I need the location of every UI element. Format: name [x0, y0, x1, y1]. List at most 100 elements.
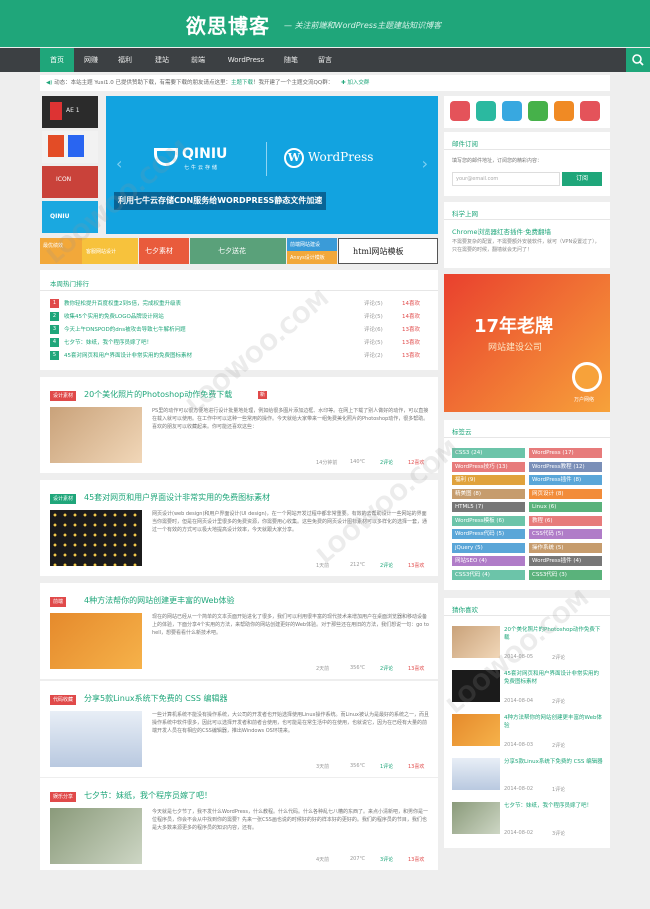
- guess-thumbnail[interactable]: [452, 626, 500, 658]
- post-comments[interactable]: 2评论: [380, 562, 393, 569]
- tag-cloud-item[interactable]: CSS3代码 (4): [452, 569, 525, 580]
- hot-list-item[interactable]: 2 收集45个实用的免费LOGO品牌设计网站 评论(5) 14喜欢: [40, 311, 438, 323]
- thumb-icon[interactable]: ICON: [42, 166, 98, 198]
- guess-thumbnail[interactable]: [452, 758, 500, 790]
- post-thumbnail[interactable]: [50, 613, 142, 669]
- qq-join-link[interactable]: ✚ 加入交群: [341, 80, 369, 86]
- hot-item-title[interactable]: 七夕节：妹纸，我个程序员嫁了吧！: [64, 338, 152, 346]
- nav-item-home[interactable]: 首页: [40, 48, 74, 72]
- tag-cloud-item[interactable]: WordPress (17): [529, 448, 602, 458]
- tag-cloud-item[interactable]: 网站SEO (4): [452, 556, 525, 566]
- post-comments[interactable]: 3评论: [380, 856, 393, 863]
- slider-caption[interactable]: 利用七牛云存储CDN服务给WORDPRESS静态文件加速: [114, 192, 327, 210]
- promo-banner-2[interactable]: 客服网站设计: [82, 238, 138, 264]
- post-likes[interactable]: 13喜欢: [408, 665, 424, 672]
- nav-item-essay[interactable]: 随笔: [276, 48, 306, 72]
- post-likes[interactable]: 13喜欢: [408, 763, 424, 770]
- guess-title[interactable]: 20个美化照片的Photoshop动作免费下载: [504, 626, 604, 642]
- post-category-tag[interactable]: 设计素材: [50, 494, 77, 504]
- guess-thumbnail[interactable]: [452, 714, 500, 746]
- hot-item-title[interactable]: 收集45个实用的免费LOGO品牌设计网站: [64, 312, 164, 320]
- theme-download-link[interactable]: 主题下载: [231, 80, 253, 86]
- tag-cloud-item[interactable]: 网页设计 (8): [529, 488, 602, 499]
- thumb-qiniu[interactable]: QINIU: [42, 201, 98, 233]
- guess-title[interactable]: 七夕节：妹纸，我个程序员嫁了吧！: [504, 802, 604, 810]
- promo-banner-1[interactable]: 最优绩效: [40, 238, 82, 264]
- tag-cloud-item[interactable]: WordPress插件 (4): [529, 556, 602, 566]
- nav-item-welfare[interactable]: 福利: [110, 48, 140, 72]
- tag-cloud-item[interactable]: WordPress代码 (5): [452, 529, 525, 539]
- site-logo[interactable]: 欲思博客: [186, 10, 270, 39]
- weibo-icon[interactable]: [450, 101, 470, 121]
- subscribe-button[interactable]: 订阅: [562, 172, 602, 186]
- promo-banner-5[interactable]: 前端网站建设: [287, 238, 337, 251]
- featured-slider[interactable]: ‹ › QINIU 七牛云存储 W WordPress 利用七牛云存储CDN服务…: [106, 96, 438, 234]
- nav-item-build[interactable]: 建站: [146, 48, 178, 72]
- ad-banner[interactable]: 17年老牌 网站建设公司 万户网络: [444, 274, 610, 412]
- post-thumbnail[interactable]: [50, 711, 142, 767]
- post-category-tag[interactable]: 设计素材: [50, 391, 77, 401]
- nav-item-wordpress[interactable]: WordPress: [222, 48, 270, 72]
- post-title[interactable]: 4种方法帮你的网站创建更丰富的Web体验: [84, 595, 235, 606]
- post-title[interactable]: 七夕节：妹纸，我个程序员嫁了吧！: [84, 790, 212, 801]
- post-likes[interactable]: 12喜欢: [408, 459, 424, 466]
- post-comments[interactable]: 2评论: [380, 665, 393, 672]
- post-category-tag[interactable]: 娱乐分享: [50, 792, 77, 802]
- subscribe-email-input[interactable]: your@email.com: [452, 172, 560, 186]
- post-thumbnail[interactable]: [50, 407, 142, 463]
- slider-next-icon[interactable]: ›: [422, 154, 428, 173]
- tencent-icon[interactable]: [476, 101, 496, 121]
- promo-banner-3[interactable]: 七夕素材: [139, 238, 189, 264]
- hot-item-title[interactable]: 45套对网页和用户界面设计非常实用的免费图标素材: [64, 351, 192, 359]
- hot-list-item[interactable]: 5 45套对网页和用户界面设计非常实用的免费图标素材 评论(2) 13喜欢: [40, 350, 438, 362]
- hot-item-title[interactable]: 教你轻松提升百度权重2到5倍，完成权重升级表: [64, 299, 181, 307]
- tag-cloud-item[interactable]: WordPress模板 (6): [452, 515, 525, 526]
- hot-list-item[interactable]: 4 七夕节：妹纸，我个程序员嫁了吧！ 评论(5) 13喜欢: [40, 337, 438, 349]
- promo-banner-4[interactable]: 七夕送花: [190, 238, 286, 264]
- guess-thumbnail[interactable]: [452, 670, 500, 702]
- post-thumbnail[interactable]: [50, 510, 142, 566]
- tag-cloud-item[interactable]: WordPress插件 (8): [529, 475, 602, 485]
- thumb-html5[interactable]: [42, 131, 98, 163]
- hot-list-item[interactable]: 3 今天上午DNSPOD的dns被攻击导致七牛解析问题 评论(6) 13喜欢: [40, 324, 438, 336]
- guess-item[interactable]: 20个美化照片的Photoshop动作免费下载 2014-08-05 2评论: [444, 624, 610, 664]
- guess-item[interactable]: 4种方法帮你的网站创建更丰富的Web体验 2014-08-03 2评论: [444, 712, 610, 752]
- nav-item-message[interactable]: 留言: [310, 48, 340, 72]
- tag-cloud-item[interactable]: 教程 (6): [529, 515, 602, 526]
- nav-item-earn[interactable]: 网赚: [76, 48, 106, 72]
- tag-cloud-item[interactable]: CSS3 (24): [452, 448, 525, 458]
- chrome-extension-link[interactable]: Chrome浏览器红杏插件·免费翻墙: [452, 226, 551, 236]
- tag-cloud-item[interactable]: Linux (6): [529, 502, 602, 512]
- nav-item-frontend[interactable]: 前端: [182, 48, 214, 72]
- tag-cloud-item[interactable]: 精美图 (8): [452, 488, 525, 499]
- hot-list-item[interactable]: 1 教你轻松提升百度权重2到5倍，完成权重升级表 评论(5) 14喜欢: [40, 298, 438, 310]
- tag-cloud-item[interactable]: WordPress教程 (12): [529, 461, 602, 472]
- wechat-icon[interactable]: [528, 101, 548, 121]
- tag-cloud-item[interactable]: WordPress技巧 (13): [452, 461, 525, 472]
- hot-item-title[interactable]: 今天上午DNSPOD的dns被攻击导致七牛解析问题: [64, 325, 186, 333]
- post-title[interactable]: 45套对网页和用户界面设计非常实用的免费图标素材: [84, 492, 270, 503]
- guess-item[interactable]: 七夕节：妹纸，我个程序员嫁了吧！ 2014-08-02 3评论: [444, 800, 610, 840]
- post-title[interactable]: 20个美化照片的Photoshop动作免费下载: [84, 389, 232, 400]
- post-category-tag[interactable]: 代码收藏: [50, 695, 77, 705]
- tag-cloud-item[interactable]: jQuery (5): [452, 542, 525, 553]
- promo-banner-6[interactable]: html网站模板: [338, 238, 438, 264]
- tag-cloud-item[interactable]: CSS3代码 (3): [529, 569, 602, 580]
- guess-title[interactable]: 分享5款Linux系统下免费的 CSS 编辑器: [504, 758, 604, 766]
- tag-cloud-item[interactable]: HTML5 (7): [452, 502, 525, 512]
- post-thumbnail[interactable]: [50, 808, 142, 864]
- search-button[interactable]: [626, 48, 650, 72]
- post-comments[interactable]: 1评论: [380, 763, 393, 770]
- thumb-ae[interactable]: AE 1: [42, 96, 98, 128]
- guess-item[interactable]: 45套对网页和用户界面设计非常实用的免费图标素材 2014-08-04 2评论: [444, 668, 610, 708]
- post-title[interactable]: 分享5款Linux系统下免费的 CSS 编辑器: [84, 693, 227, 704]
- twitter-icon[interactable]: [502, 101, 522, 121]
- guess-title[interactable]: 4种方法帮你的网站创建更丰富的Web体验: [504, 714, 604, 730]
- promo-banner-7[interactable]: Ansys设计模板: [287, 251, 337, 264]
- post-likes[interactable]: 13喜欢: [408, 856, 424, 863]
- post-comments[interactable]: 2评论: [380, 459, 393, 466]
- tag-cloud-item[interactable]: 福利 (9): [452, 475, 525, 485]
- guess-thumbnail[interactable]: [452, 802, 500, 834]
- slider-prev-icon[interactable]: ‹: [116, 154, 122, 173]
- tag-cloud-item[interactable]: CSS代码 (5): [529, 529, 602, 539]
